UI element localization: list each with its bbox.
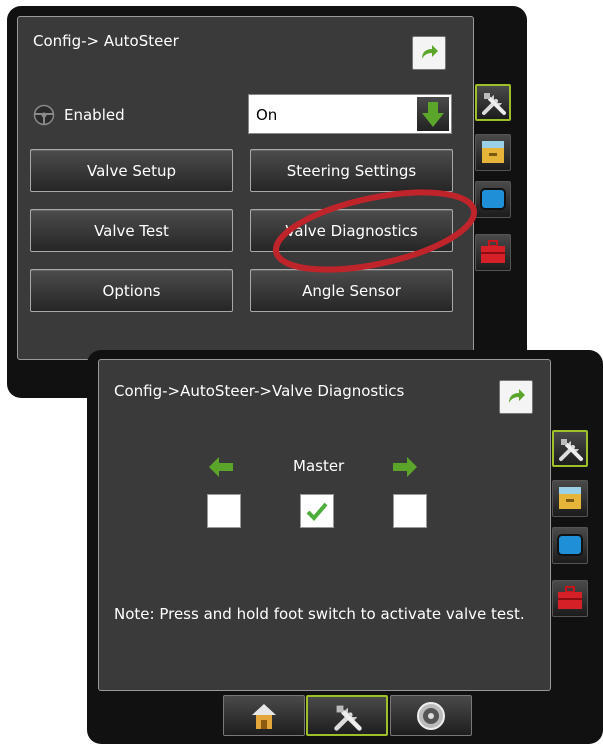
back-button[interactable] (412, 36, 446, 70)
right-arrow-icon (393, 457, 417, 481)
master-checkbox[interactable] (300, 494, 334, 528)
left-arrow-icon (209, 457, 233, 481)
page-title: Config-> AutoSteer (33, 32, 179, 50)
enabled-dropdown[interactable]: On (248, 94, 452, 134)
autosteer-config-screen: Config-> AutoSteer Enabled On Valve Setu… (7, 6, 527, 398)
page-title: Config->AutoSteer->Valve Diagnostics (114, 382, 405, 400)
master-label: Master (293, 457, 345, 475)
side-tab-tools[interactable] (475, 84, 511, 121)
options-button[interactable]: Options (30, 269, 233, 312)
bottom-tab-gauge[interactable] (390, 695, 472, 736)
valve-test-button[interactable]: Valve Test (30, 209, 233, 252)
side-tab-toolbox[interactable] (552, 580, 588, 617)
side-tab-display[interactable] (552, 527, 588, 564)
valve-diagnostics-screen: Config->AutoSteer->Valve Diagnostics Mas… (87, 350, 603, 744)
note-text: Note: Press and hold foot switch to acti… (114, 605, 525, 623)
bottom-tab-home[interactable] (223, 695, 305, 736)
left-valve-checkbox[interactable] (207, 494, 241, 528)
highlight-circle (272, 189, 478, 273)
bottom-tab-tools[interactable] (306, 695, 388, 736)
enabled-label: Enabled (64, 106, 125, 124)
enabled-dropdown-value: On (256, 106, 278, 124)
side-tab-files[interactable] (552, 480, 588, 517)
dropdown-arrow-icon[interactable] (417, 97, 449, 131)
steering-wheel-icon (33, 104, 55, 130)
diagnostics-panel: Config->AutoSteer->Valve Diagnostics Mas… (98, 359, 551, 691)
side-tab-files[interactable] (475, 134, 511, 171)
side-tab-tools[interactable] (552, 430, 588, 467)
checkmark-icon (301, 502, 333, 531)
valve-setup-button[interactable]: Valve Setup (30, 149, 233, 192)
right-valve-checkbox[interactable] (393, 494, 427, 528)
back-button[interactable] (499, 380, 533, 414)
